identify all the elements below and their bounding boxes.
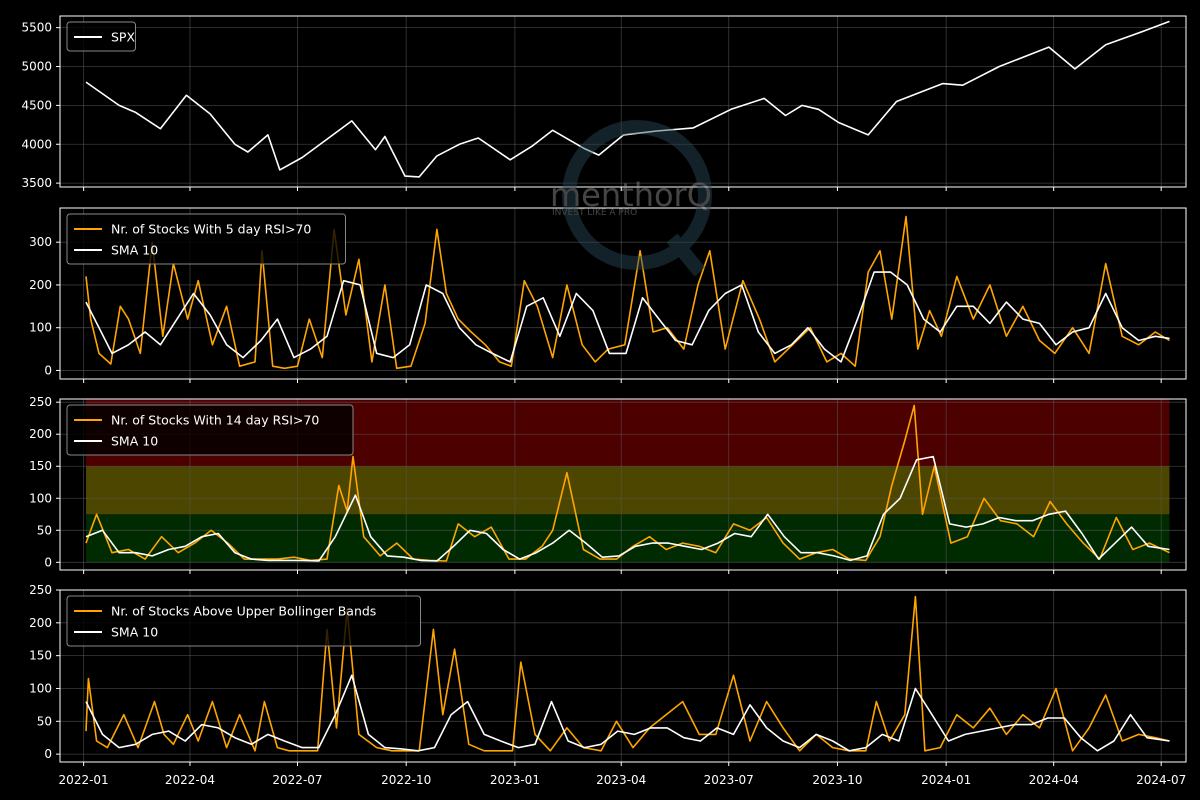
x-tick-label: 2023-04 bbox=[596, 773, 646, 787]
y-tick-label: 250 bbox=[29, 583, 52, 597]
y-tick-label: 100 bbox=[29, 681, 52, 695]
x-tick-label: 2022-01 bbox=[59, 773, 109, 787]
y-tick-label: 100 bbox=[29, 491, 52, 505]
y-tick-label: 0 bbox=[44, 747, 52, 761]
x-tick-label: 2023-01 bbox=[490, 773, 540, 787]
x-tick-label: 2024-07 bbox=[1136, 773, 1186, 787]
y-tick-label: 150 bbox=[29, 459, 52, 473]
y-tick-label: 4000 bbox=[21, 137, 52, 151]
legend-label: Nr. of Stocks With 5 day RSI>70 bbox=[111, 222, 311, 237]
legend-label: Nr. of Stocks With 14 day RSI>70 bbox=[111, 413, 319, 428]
y-tick-label: 200 bbox=[29, 278, 52, 292]
legend-label: Nr. of Stocks Above Upper Bollinger Band… bbox=[111, 604, 376, 619]
y-tick-label: 3500 bbox=[21, 176, 52, 190]
legend-label: SMA 10 bbox=[111, 625, 158, 640]
rsi14-panel: 0 50 100 150 200 250 Nr. of Stocks With 14 day… bbox=[29, 395, 1187, 574]
y-tick-label: 200 bbox=[29, 427, 52, 441]
y-tick-label: 250 bbox=[29, 395, 52, 409]
x-tick-label: 2022-04 bbox=[165, 773, 215, 787]
x-tick-label: 2022-10 bbox=[381, 773, 431, 787]
legend-label: SPX bbox=[111, 30, 135, 45]
legend-label: SMA 10 bbox=[111, 243, 158, 258]
legend-label: SMA 10 bbox=[111, 434, 158, 449]
y-tick-label: 0 bbox=[44, 363, 52, 377]
x-tick-label: 2023-07 bbox=[704, 773, 754, 787]
y-tick-label: 5500 bbox=[21, 21, 52, 35]
y-tick-label: 0 bbox=[44, 555, 52, 569]
y-tick-label: 50 bbox=[37, 714, 52, 728]
x-tick-label: 2022-07 bbox=[272, 773, 322, 787]
x-tick-label: 2024-04 bbox=[1029, 773, 1079, 787]
y-tick-label: 150 bbox=[29, 649, 52, 663]
y-tick-label: 100 bbox=[29, 321, 52, 335]
y-tick-label: 300 bbox=[29, 235, 52, 249]
figure: 35004000450050005500SPX 0100200300Nr. of… bbox=[0, 0, 1200, 800]
y-tick-label: 200 bbox=[29, 616, 52, 630]
x-tick-label: 2024-01 bbox=[921, 773, 971, 787]
y-tick-label: 50 bbox=[37, 523, 52, 537]
x-tick-label: 2023-10 bbox=[812, 773, 862, 787]
watermark-tagline: INVEST LIKE A PRO bbox=[552, 208, 637, 218]
zone-band-1 bbox=[85, 466, 1170, 515]
y-tick-label: 5000 bbox=[21, 60, 52, 74]
y-tick-label: 4500 bbox=[21, 98, 52, 112]
